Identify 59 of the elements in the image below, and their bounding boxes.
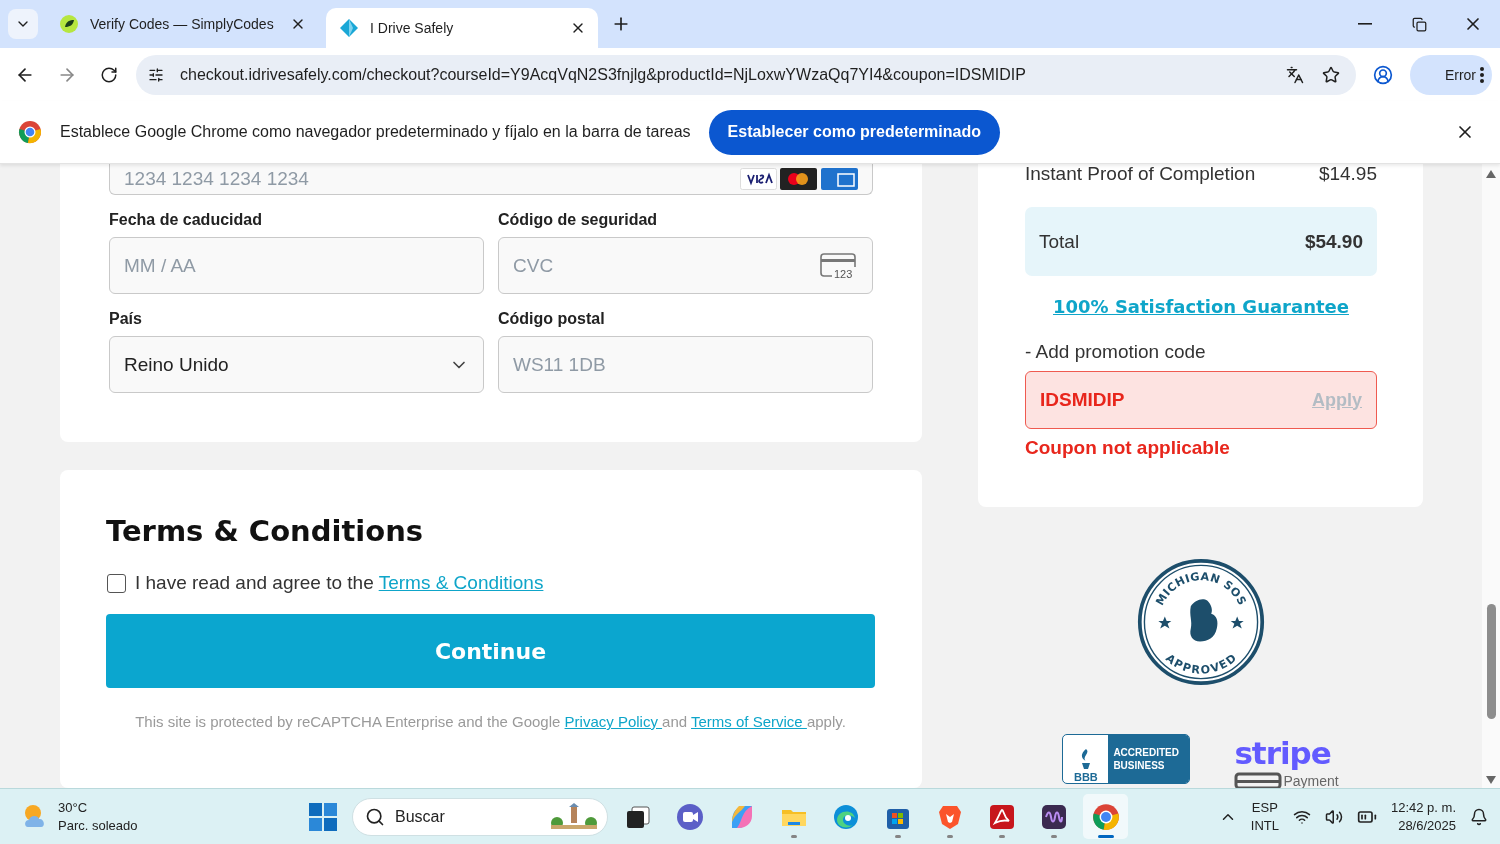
- landmark-icon: [549, 802, 599, 831]
- error-message: Coupon not applicable: [1025, 437, 1231, 459]
- search-icon: [365, 806, 385, 827]
- total-value: $54.90: [1304, 230, 1363, 253]
- total-label: Total: [1039, 230, 1080, 253]
- minimize-icon: [1358, 23, 1372, 25]
- item-label: Instant Proof of Completion: [1025, 164, 1256, 185]
- diamond-icon: [340, 19, 358, 37]
- code-text: 123: [834, 267, 853, 280]
- checkbox[interactable]: [107, 573, 126, 593]
- tab-search-button[interactable]: [8, 9, 38, 39]
- promo-code-toggle[interactable]: - Add promotion code: [1025, 341, 1377, 363]
- menu-dots-icon: [1480, 66, 1484, 83]
- temperature-text: 30°C: [58, 798, 89, 817]
- field-label: Código postal: [498, 310, 606, 328]
- accredited-text: ACCREDITED: [1113, 746, 1180, 759]
- card-brands-icon: [740, 168, 858, 190]
- agree-label: I have read and agree to the Terms & Conditions: [135, 572, 544, 594]
- field-label: Código de seguridad: [498, 211, 659, 229]
- restore-icon: [1411, 16, 1427, 32]
- accredited-text: BUSINESS: [1113, 759, 1166, 772]
- notification-bell-icon[interactable]: [1470, 807, 1488, 826]
- card-icon: [1234, 772, 1283, 788]
- recaptcha-notice: This site is protected by reCAPTCHA Enterprise and the Google Privacy Policy and Terms of Service apply.: [135, 713, 846, 730]
- weather-text: Parc. soleado: [58, 816, 138, 835]
- scrollbar-thumb[interactable]: [1486, 604, 1496, 719]
- bbb-text: BBB: [1073, 771, 1098, 783]
- clock[interactable]: 12:42 p. m. 28/6/2025: [1390, 798, 1456, 835]
- chrome-icon: [18, 120, 42, 144]
- language-indicator[interactable]: ESP INTL: [1250, 798, 1279, 835]
- scroll-up-icon[interactable]: [1486, 170, 1496, 178]
- field-label: País: [109, 310, 143, 328]
- windows-icon: [308, 802, 337, 831]
- country-select[interactable]: Reino Unido: [109, 336, 484, 393]
- section-heading: Terms & Conditions: [106, 514, 425, 548]
- address-bar[interactable]: checkout.idrivesafely.com/checkout?courseId=Y9AcqVqN2S3fnjlg&productId=NjLoxwYWzaQq7YI4&coupon=IDSMIDIP: [136, 54, 1356, 95]
- stripe-text: stripe: [1234, 734, 1332, 772]
- chrome-icon: [1091, 802, 1120, 831]
- set-default-button[interactable]: Establecer como predeterminado: [708, 109, 1000, 155]
- infobar-message: Establece Google Chrome como navegador predeterminado y fíjalo en la barra de tareas: [60, 123, 691, 141]
- scroll-down-icon[interactable]: [1486, 776, 1496, 784]
- leaf-icon: [60, 15, 78, 33]
- coupon-value: IDSMIDIP: [1040, 389, 1125, 411]
- reload-icon: [100, 65, 118, 84]
- video-chat-icon: [674, 801, 705, 832]
- security-code-field[interactable]: CVC 123: [498, 237, 873, 294]
- star-icon: [1230, 616, 1244, 629]
- browser-tab[interactable]: I Drive Safely: [326, 8, 598, 48]
- profile-error-button[interactable]: Error: [1410, 54, 1492, 95]
- field-label: Fecha de caducidad: [109, 211, 263, 229]
- star-icon: [1158, 616, 1172, 629]
- volume-icon[interactable]: [1324, 807, 1343, 826]
- taskbar-search-field[interactable]: Buscar: [352, 797, 608, 836]
- browser-tab[interactable]: Verify Codes — SimplyCodes: [46, 4, 318, 44]
- item-price: $14.95: [1318, 164, 1377, 185]
- tab-title: Verify Codes — SimplyCodes: [90, 16, 275, 32]
- tab-title: I Drive Safely: [370, 20, 455, 36]
- payment-text: Payment: [1283, 774, 1339, 788]
- url-text: checkout.idrivesafely.com/checkout?courseId=Y9AcqVqN2S3fnjlg&productId=NjLoxwYWzaQq7YI4&coupon=IDSMIDIP: [180, 65, 1027, 84]
